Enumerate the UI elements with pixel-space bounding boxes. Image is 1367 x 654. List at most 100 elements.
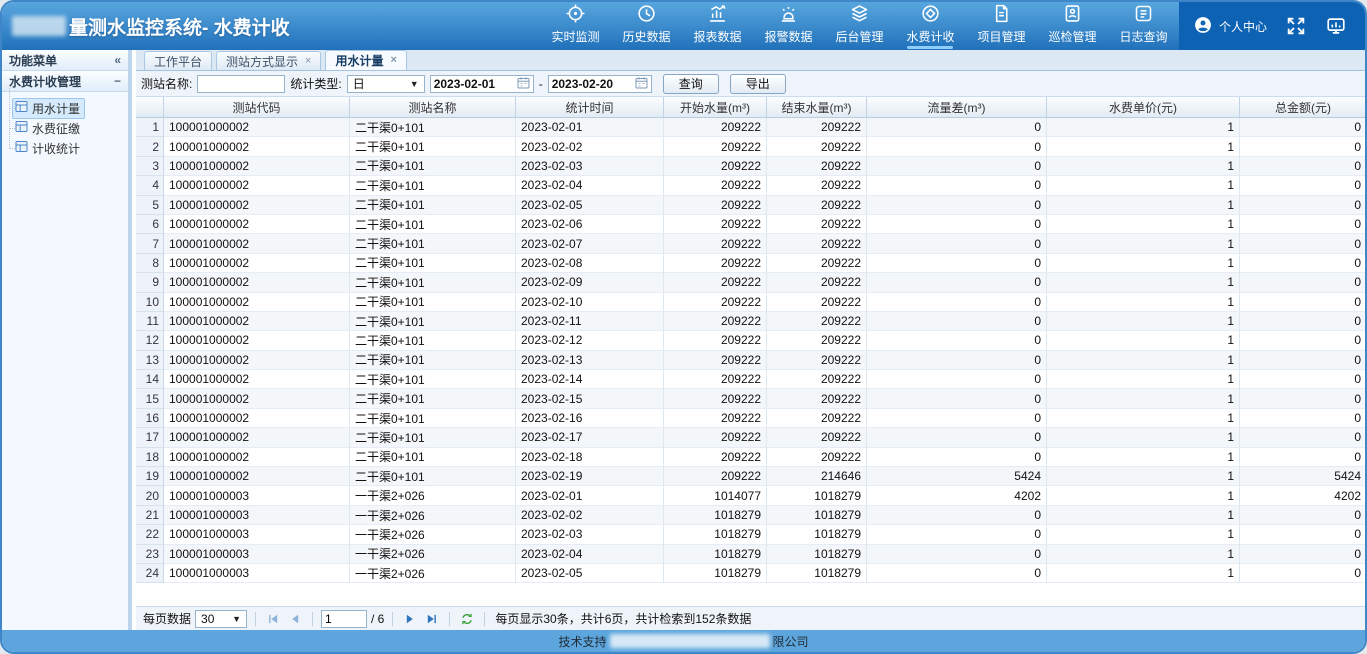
- table-row[interactable]: 5 100001000002 二干渠0+101 2023-02-05 20922…: [136, 196, 1365, 215]
- per-page-select[interactable]: 30 ▼: [195, 610, 247, 628]
- row-number-cell: 5: [136, 196, 164, 215]
- stat-time-cell: 2023-02-10: [516, 293, 664, 312]
- sidebar-item-water-metering[interactable]: 用水计量: [2, 98, 128, 118]
- nav-item-alarm[interactable]: 报警数据: [753, 2, 824, 50]
- stat-time-cell: 2023-02-08: [516, 254, 664, 273]
- start-volume-cell: 209222: [664, 215, 767, 234]
- table-row[interactable]: 13 100001000002 二干渠0+101 2023-02-13 2092…: [136, 351, 1365, 370]
- table-row[interactable]: 9 100001000002 二干渠0+101 2023-02-09 20922…: [136, 273, 1365, 292]
- table-row[interactable]: 4 100001000002 二干渠0+101 2023-02-04 20922…: [136, 176, 1365, 195]
- col-header-station-name[interactable]: 测站名称: [350, 97, 516, 118]
- tab-water-metering[interactable]: 用水计量 ×: [325, 50, 406, 70]
- nav-item-project[interactable]: 项目管理: [966, 2, 1037, 50]
- col-header-unit-price[interactable]: 水费单价(元): [1047, 97, 1240, 118]
- total-amount-cell: 0: [1240, 428, 1365, 447]
- nav-item-label: 日志查询: [1119, 31, 1167, 44]
- prev-page-button[interactable]: [286, 610, 304, 628]
- station-code-cell: 100001000003: [164, 506, 350, 525]
- table-row[interactable]: 18 100001000002 二干渠0+101 2023-02-18 2092…: [136, 448, 1365, 467]
- col-header-flow-diff[interactable]: 流量差(m³): [867, 97, 1047, 118]
- flow-diff-cell: 0: [867, 564, 1047, 583]
- monitor-chart-button[interactable]: [1325, 15, 1347, 37]
- row-number-cell: 15: [136, 389, 164, 408]
- row-number-cell: 17: [136, 428, 164, 447]
- first-page-button[interactable]: [264, 610, 282, 628]
- table-row[interactable]: 23 100001000003 一干渠2+026 2023-02-04 1018…: [136, 545, 1365, 564]
- unit-price-cell: 1: [1047, 506, 1240, 525]
- table-row[interactable]: 6 100001000002 二干渠0+101 2023-02-06 20922…: [136, 215, 1365, 234]
- sidebar-group-title: 水费计收管理: [9, 73, 81, 90]
- table-row[interactable]: 1 100001000002 二干渠0+101 2023-02-01 20922…: [136, 118, 1365, 137]
- end-volume-cell: 209222: [767, 389, 867, 408]
- stat-time-cell: 2023-02-05: [516, 564, 664, 583]
- user-center-button[interactable]: 个人中心: [1193, 15, 1267, 38]
- table-row[interactable]: 15 100001000002 二干渠0+101 2023-02-15 2092…: [136, 389, 1365, 408]
- station-code-cell: 100001000002: [164, 234, 350, 253]
- table-row[interactable]: 10 100001000002 二干渠0+101 2023-02-10 2092…: [136, 293, 1365, 312]
- table-row[interactable]: 16 100001000002 二干渠0+101 2023-02-16 2092…: [136, 409, 1365, 428]
- table-row[interactable]: 3 100001000002 二干渠0+101 2023-02-03 20922…: [136, 157, 1365, 176]
- last-page-button[interactable]: [423, 610, 441, 628]
- table-row[interactable]: 14 100001000002 二干渠0+101 2023-02-14 2092…: [136, 370, 1365, 389]
- page-number-input[interactable]: [321, 610, 367, 628]
- row-number-cell: 19: [136, 467, 164, 486]
- nav-item-report[interactable]: 报表数据: [682, 2, 753, 50]
- next-page-button[interactable]: [401, 610, 419, 628]
- table-row[interactable]: 19 100001000002 二干渠0+101 2023-02-19 2092…: [136, 467, 1365, 486]
- nav-item-backend[interactable]: 后台管理: [824, 2, 895, 50]
- table-row[interactable]: 2 100001000002 二干渠0+101 2023-02-02 20922…: [136, 137, 1365, 156]
- table-row[interactable]: 22 100001000003 一干渠2+026 2023-02-03 1018…: [136, 525, 1365, 544]
- main-content: 工作平台 测站方式显示 × 用水计量 × 测站名称: 统计类型: 日 ▼ 202…: [136, 50, 1365, 630]
- total-amount-cell: 0: [1240, 157, 1365, 176]
- col-header-stat-time[interactable]: 统计时间: [516, 97, 664, 118]
- stat-type-select[interactable]: 日 ▼: [347, 75, 425, 93]
- nav-item-label: 报表数据: [693, 31, 741, 44]
- table-row[interactable]: 20 100001000003 一干渠2+026 2023-02-01 1014…: [136, 486, 1365, 505]
- station-name-input[interactable]: [197, 75, 285, 93]
- close-icon[interactable]: ×: [305, 56, 311, 67]
- sidebar-item-fee-collection[interactable]: 水费征缴: [2, 118, 128, 138]
- start-volume-cell: 209222: [664, 428, 767, 447]
- sidebar-group-header[interactable]: 水费计收管理 −: [2, 71, 128, 92]
- table-row[interactable]: 21 100001000003 一干渠2+026 2023-02-02 1018…: [136, 506, 1365, 525]
- query-button[interactable]: 查询: [663, 74, 719, 94]
- end-volume-cell: 209222: [767, 176, 867, 195]
- table-row[interactable]: 17 100001000002 二干渠0+101 2023-02-17 2092…: [136, 428, 1365, 447]
- fullscreen-button[interactable]: [1285, 15, 1307, 37]
- nav-item-log[interactable]: 日志查询: [1108, 2, 1179, 50]
- tab-workbench[interactable]: 工作平台: [144, 51, 212, 70]
- table-row[interactable]: 12 100001000002 二干渠0+101 2023-02-12 2092…: [136, 331, 1365, 350]
- export-button[interactable]: 导出: [730, 74, 786, 94]
- nav-item-inspection[interactable]: 巡检管理: [1037, 2, 1108, 50]
- refresh-icon[interactable]: [458, 610, 476, 628]
- table-row[interactable]: 7 100001000002 二干渠0+101 2023-02-07 20922…: [136, 234, 1365, 253]
- col-header-end-volume[interactable]: 结束水量(m³): [767, 97, 867, 118]
- flow-diff-cell: 0: [867, 525, 1047, 544]
- top-nav: 实时监测 历史数据 报表数据 报警数据 后台管理 水费计收: [540, 2, 1179, 50]
- col-header-start-volume[interactable]: 开始水量(m³): [664, 97, 767, 118]
- nav-item-realtime[interactable]: 实时监测: [540, 2, 611, 50]
- end-volume-cell: 209222: [767, 215, 867, 234]
- col-header-station-code[interactable]: 测站代码: [164, 97, 350, 118]
- stat-time-cell: 2023-02-02: [516, 137, 664, 156]
- nav-item-waterfee[interactable]: 水费计收: [895, 2, 966, 50]
- sidebar-collapse-icon[interactable]: «: [114, 53, 121, 67]
- date-to-input[interactable]: 2023-02-20: [548, 75, 652, 93]
- history-icon: [636, 3, 657, 29]
- unit-price-cell: 1: [1047, 409, 1240, 428]
- date-from-input[interactable]: 2023-02-01: [430, 75, 534, 93]
- table-row[interactable]: 11 100001000002 二干渠0+101 2023-02-11 2092…: [136, 312, 1365, 331]
- sidebar-item-collection-stats[interactable]: 计收统计: [2, 138, 128, 158]
- chevron-down-icon: ▼: [410, 79, 419, 89]
- close-icon[interactable]: ×: [390, 55, 396, 66]
- flow-diff-cell: 0: [867, 448, 1047, 467]
- table-row[interactable]: 24 100001000003 一干渠2+026 2023-02-05 1018…: [136, 564, 1365, 583]
- stat-time-cell: 2023-02-12: [516, 331, 664, 350]
- table-row[interactable]: 8 100001000002 二干渠0+101 2023-02-08 20922…: [136, 254, 1365, 273]
- nav-item-history[interactable]: 历史数据: [611, 2, 682, 50]
- tab-station-display[interactable]: 测站方式显示 ×: [216, 51, 321, 70]
- stat-time-cell: 2023-02-07: [516, 234, 664, 253]
- row-number-cell: 2: [136, 137, 164, 156]
- station-code-cell: 100001000003: [164, 564, 350, 583]
- col-header-total-amount[interactable]: 总金额(元): [1240, 97, 1365, 118]
